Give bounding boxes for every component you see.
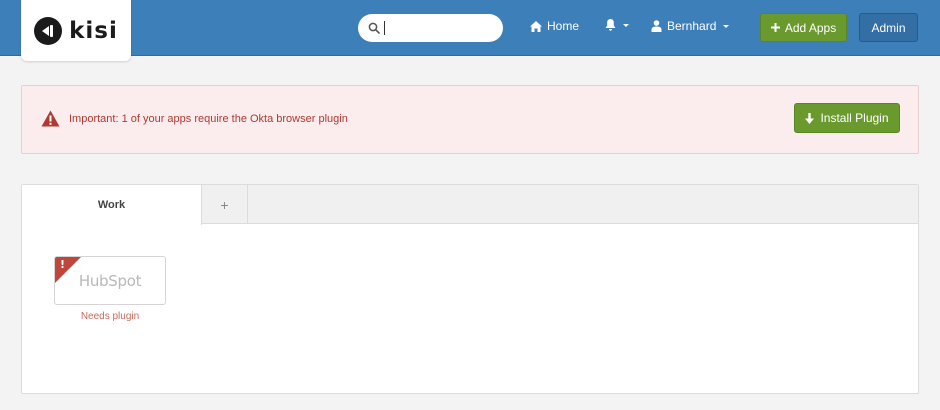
apps-panel: Work + HubSpot ! Needs plugin [21, 184, 919, 394]
plus-icon [770, 23, 780, 32]
install-plugin-button[interactable]: Install Plugin [794, 103, 900, 133]
tab-work-label: Work [97, 199, 126, 211]
search-input[interactable] [384, 21, 494, 35]
app-status-label: Needs plugin [80, 311, 140, 322]
admin-label: Admin [871, 20, 906, 35]
alert-message: Important: 1 of your apps require the Ok… [69, 113, 348, 125]
chevron-down-icon [623, 23, 629, 27]
add-apps-label: Add Apps [784, 20, 837, 35]
app-tile-hubspot[interactable]: HubSpot ! [54, 256, 166, 305]
search-icon [368, 22, 380, 34]
badge-exclamation: ! [60, 258, 66, 271]
download-arrow-icon [805, 112, 815, 124]
kisi-logo-icon [34, 16, 63, 45]
add-tab-label: + [220, 196, 229, 213]
warning-badge-icon [55, 257, 81, 283]
chevron-down-icon [723, 24, 730, 28]
add-tab-button[interactable]: + [202, 185, 248, 224]
bell-icon [605, 19, 616, 31]
tab-work[interactable]: Work [22, 185, 202, 225]
user-icon [651, 20, 662, 32]
top-navbar: kisi Home Bernhard Add Apps Admin [0, 0, 940, 61]
tab-bar: Work + [22, 185, 918, 225]
search-box[interactable] [358, 14, 503, 42]
kisi-logo[interactable]: kisi [21, 0, 131, 61]
plugin-alert: Important: 1 of your apps require the Ok… [21, 85, 919, 154]
notifications-dropdown[interactable] [605, 19, 629, 31]
admin-button[interactable]: Admin [859, 13, 918, 42]
home-icon [530, 20, 542, 32]
app-logo-text: HubSpot [78, 271, 142, 290]
user-name-label: Bernhard [667, 19, 717, 33]
nav-home-link[interactable]: Home [530, 19, 579, 33]
user-menu-dropdown[interactable]: Bernhard [651, 19, 730, 33]
warning-icon [41, 110, 60, 127]
install-plugin-label: Install Plugin [820, 111, 889, 125]
add-apps-button[interactable]: Add Apps [760, 13, 847, 42]
nav-home-label: Home [547, 19, 580, 33]
logo-text: kisi [69, 17, 118, 44]
